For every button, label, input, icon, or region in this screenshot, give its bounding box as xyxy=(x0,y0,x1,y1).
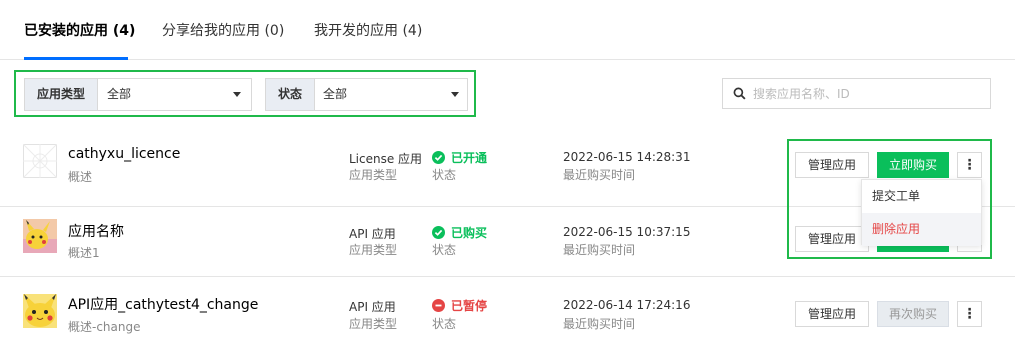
status-label: 状态 xyxy=(432,243,457,257)
app-list-card: 已安装的应用 (4) 分享给我的应用 (0) 我开发的应用 (4) 应用类型 全… xyxy=(0,0,1015,355)
purchase-time-label: 最近购买时间 xyxy=(563,243,636,257)
more-actions-button[interactable]: ⋮ xyxy=(957,301,982,327)
status-badge: 已购买 xyxy=(432,224,487,241)
rebuy-button[interactable]: 再次购买 xyxy=(877,301,949,327)
status-badge: 已开通 xyxy=(432,149,487,166)
more-vertical-icon: ⋮ xyxy=(962,306,977,322)
app-name: cathyxu_licence xyxy=(68,146,181,162)
chevron-down-icon xyxy=(233,92,241,97)
status-filter-value: 全部 xyxy=(323,87,348,101)
status-text: 已购买 xyxy=(451,226,488,240)
app-placeholder-icon xyxy=(23,144,57,178)
search-input[interactable] xyxy=(753,79,983,108)
search-icon xyxy=(733,87,746,100)
status-filter[interactable]: 状态 全部 xyxy=(265,78,468,111)
more-actions-menu: 提交工单 删除应用 xyxy=(861,179,982,246)
menu-item-submit-ticket[interactable]: 提交工单 xyxy=(862,180,981,213)
purchase-time: 2022-06-14 17:24:16 xyxy=(563,298,691,312)
table-row: API应用_cathytest4_change 概述-change API 应用… xyxy=(0,276,1015,355)
app-type-value: API 应用 xyxy=(349,227,396,241)
more-actions-button[interactable]: ⋮ xyxy=(957,152,982,178)
app-description: 概述 xyxy=(68,170,93,184)
search-box[interactable] xyxy=(722,78,991,109)
app-name: 应用名称 xyxy=(68,224,124,240)
menu-item-delete-app[interactable]: 删除应用 xyxy=(862,213,981,246)
app-type-label: 应用类型 xyxy=(349,243,398,257)
tab-developed-apps[interactable]: 我开发的应用 (4) xyxy=(314,20,422,40)
status-label: 状态 xyxy=(432,317,457,331)
status-text: 已开通 xyxy=(451,151,488,165)
app-description: 概述1 xyxy=(68,246,100,260)
app-pikachu-icon xyxy=(23,294,57,328)
purchase-time-label: 最近购买时间 xyxy=(563,168,636,182)
active-tab-indicator xyxy=(24,57,128,60)
purchase-time: 2022-06-15 14:28:31 xyxy=(563,150,691,164)
app-name: API应用_cathytest4_change xyxy=(68,297,259,313)
tab-shared-apps[interactable]: 分享给我的应用 (0) xyxy=(162,20,284,40)
paused-circle-icon xyxy=(432,299,445,312)
app-type-filter-value: 全部 xyxy=(107,87,132,101)
more-vertical-icon: ⋮ xyxy=(962,157,977,173)
manage-app-button[interactable]: 管理应用 xyxy=(795,301,869,327)
app-type-value: License 应用 xyxy=(349,152,423,166)
status-filter-label: 状态 xyxy=(266,79,316,110)
status-text: 已暂停 xyxy=(451,299,488,313)
check-circle-icon xyxy=(432,226,445,239)
purchase-time-label: 最近购买时间 xyxy=(563,317,636,331)
manage-app-button[interactable]: 管理应用 xyxy=(795,152,869,178)
purchase-time: 2022-06-15 10:37:15 xyxy=(563,225,691,239)
app-type-label: 应用类型 xyxy=(349,168,398,182)
buy-now-button[interactable]: 立即购买 xyxy=(877,152,949,178)
status-label: 状态 xyxy=(432,168,457,182)
tab-bar: 已安装的应用 (4) 分享给我的应用 (0) 我开发的应用 (4) xyxy=(0,0,1015,60)
tab-installed-apps[interactable]: 已安装的应用 (4) xyxy=(24,20,135,40)
check-circle-icon xyxy=(432,151,445,164)
app-type-value: API 应用 xyxy=(349,300,396,314)
app-type-label: 应用类型 xyxy=(349,317,398,331)
manage-app-button[interactable]: 管理应用 xyxy=(795,226,869,252)
app-description: 概述-change xyxy=(68,320,141,334)
app-pikachu-icon xyxy=(23,219,57,253)
app-type-filter[interactable]: 应用类型 全部 xyxy=(24,78,252,111)
chevron-down-icon xyxy=(451,92,459,97)
app-type-filter-label: 应用类型 xyxy=(25,79,99,110)
status-badge: 已暂停 xyxy=(432,297,487,314)
